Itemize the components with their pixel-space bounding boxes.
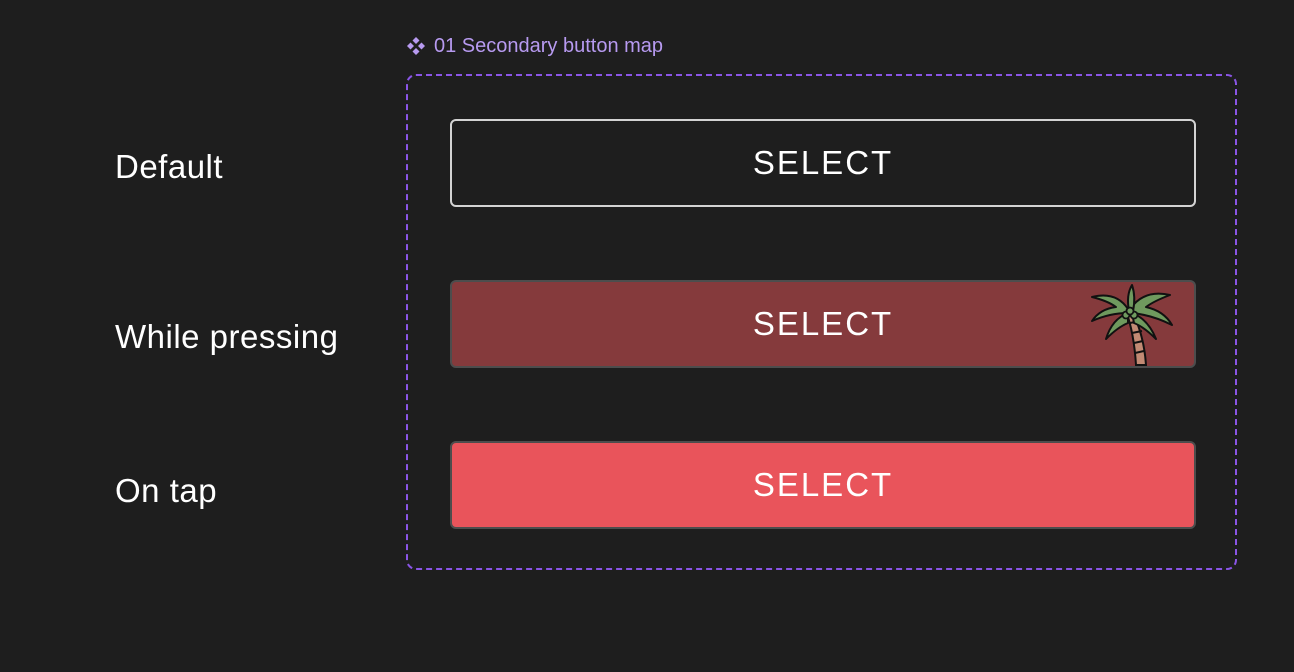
state-label-while-pressing: While pressing — [115, 318, 339, 355]
component-icon — [407, 37, 425, 55]
select-button-default[interactable]: SELECT — [450, 119, 1196, 207]
select-button-label: SELECT — [752, 466, 894, 503]
state-label-on-tap: On tap — [115, 472, 218, 509]
select-button-on-tap[interactable]: SELECT — [450, 441, 1196, 529]
frame-title-text: 01 Secondary button map — [434, 35, 664, 57]
palm-tree-icon — [1091, 284, 1173, 366]
state-label-default: Default — [115, 148, 224, 185]
select-button-while-pressing[interactable]: SELECT — [450, 280, 1196, 368]
select-button-label: SELECT — [752, 305, 894, 342]
select-button-label: SELECT — [752, 144, 894, 181]
frame-title[interactable]: 01 Secondary button map — [406, 36, 663, 56]
